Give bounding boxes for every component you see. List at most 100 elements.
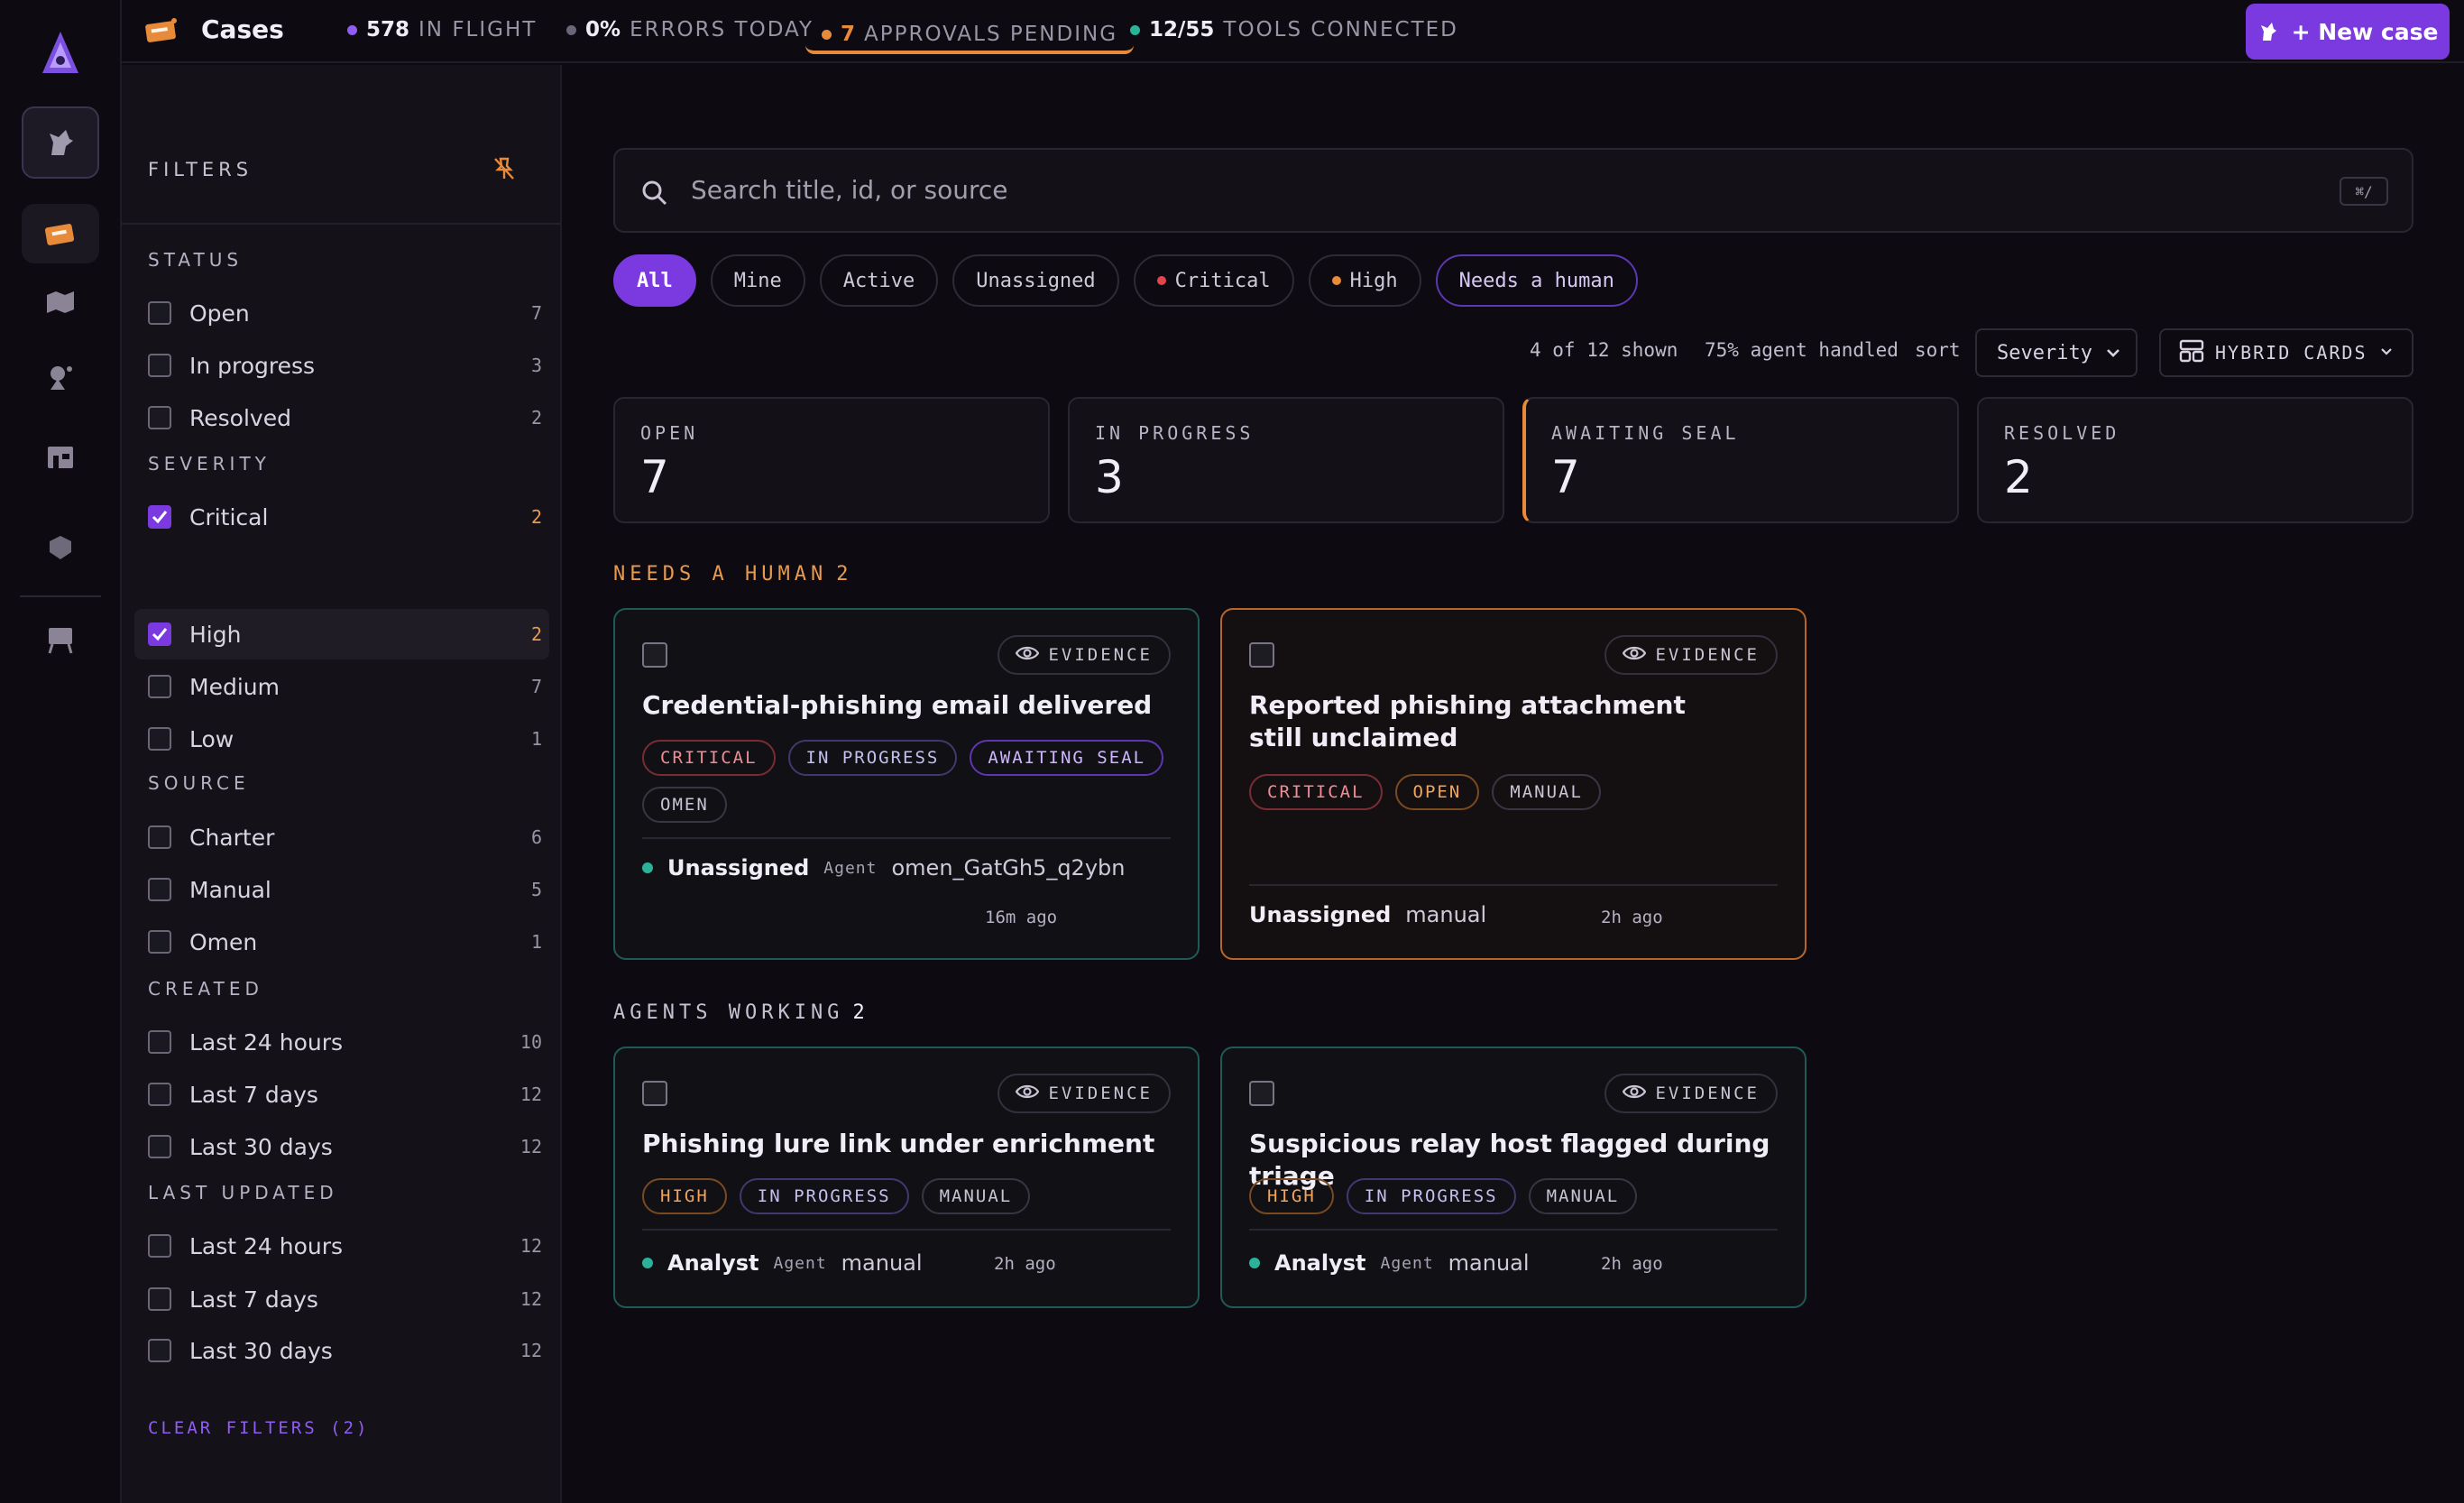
chip-critical[interactable]: Critical xyxy=(1133,254,1294,307)
chip-high[interactable]: High xyxy=(1308,254,1421,307)
chip-all[interactable]: All xyxy=(613,254,696,307)
filter-option-in-progress[interactable]: In progress 3 xyxy=(134,340,549,391)
sort-select[interactable]: Severity xyxy=(1975,328,2138,377)
stat-errors-today[interactable]: 0% ERRORS TODAY xyxy=(566,18,814,41)
checkbox[interactable] xyxy=(148,1083,171,1106)
filter-option-omen[interactable]: Omen 1 xyxy=(134,917,549,967)
filter-group-source: SOURCE xyxy=(148,772,250,794)
kpi-value: 7 xyxy=(1551,451,1580,503)
assignee-name[interactable]: Analyst xyxy=(1274,1250,1365,1276)
filter-option-charter[interactable]: Charter 6 xyxy=(134,812,549,862)
filter-option-medium[interactable]: Medium 7 xyxy=(134,661,549,712)
kpi-awaiting-seal[interactable]: AWAITING SEAL 7 xyxy=(1522,397,1959,523)
filter-option-open[interactable]: Open 7 xyxy=(134,288,549,338)
case-title[interactable]: Phishing lure link under enrichment xyxy=(642,1128,1154,1160)
checkbox[interactable] xyxy=(148,406,171,429)
kpi-resolved[interactable]: RESOLVED 2 xyxy=(1977,397,2413,523)
evidence-button[interactable]: EVIDENCE xyxy=(1604,1074,1778,1113)
chip-mine[interactable]: Mine xyxy=(710,254,805,307)
filter-option-critical[interactable]: Critical 2 xyxy=(134,492,549,542)
chip-label: All xyxy=(637,269,673,292)
kpi-open[interactable]: OPEN 7 xyxy=(613,397,1050,523)
case-timestamp: 2h ago xyxy=(1601,908,1663,927)
stat-value: 7 xyxy=(841,23,856,46)
checkbox[interactable] xyxy=(148,1135,171,1158)
search-bar[interactable]: Search title, id, or source ⌘/ xyxy=(613,148,2413,233)
agent-handled-rate: 75% agent handled xyxy=(1705,339,1899,361)
stat-approvals-pending[interactable]: 7 APPROVALS PENDING xyxy=(805,7,1135,54)
filter-option-created-24h[interactable]: Last 24 hours 10 xyxy=(134,1017,549,1067)
stat-tools-connected[interactable]: 12/55 TOOLS CONNECTED xyxy=(1130,18,1458,41)
case-card[interactable]: EVIDENCE Phishing lure link under enrich… xyxy=(613,1047,1200,1308)
unpin-icon[interactable] xyxy=(492,155,517,186)
checkbox[interactable] xyxy=(148,1339,171,1362)
filter-option-created-30d[interactable]: Last 30 days 12 xyxy=(134,1121,549,1172)
case-card[interactable]: EVIDENCE Reported phishing attachment st… xyxy=(1220,608,1807,960)
evidence-button[interactable]: EVIDENCE xyxy=(998,635,1171,675)
cases-icon[interactable] xyxy=(22,204,99,263)
filter-option-resolved[interactable]: Resolved 2 xyxy=(134,392,549,443)
kpi-value: 2 xyxy=(2004,451,2033,503)
workspace-avatar-icon[interactable] xyxy=(22,106,99,179)
store-icon[interactable] xyxy=(22,428,99,487)
checkbox[interactable] xyxy=(148,675,171,698)
assignee-name[interactable]: Unassigned xyxy=(667,855,809,881)
checkbox[interactable] xyxy=(148,1234,171,1258)
stat-in-flight[interactable]: 578 IN FLIGHT xyxy=(347,18,537,41)
checkbox[interactable] xyxy=(148,825,171,849)
chip-unassigned[interactable]: Unassigned xyxy=(952,254,1119,307)
case-select-checkbox[interactable] xyxy=(642,642,667,668)
agents-icon[interactable] xyxy=(22,346,99,406)
case-card[interactable]: EVIDENCE Credential-phishing email deliv… xyxy=(613,608,1200,960)
kpi-in-progress[interactable]: IN PROGRESS 3 xyxy=(1068,397,1504,523)
severity-tag: HIGH xyxy=(1249,1178,1334,1214)
filter-option-high[interactable]: High 2 xyxy=(134,609,549,659)
chip-active[interactable]: Active xyxy=(819,254,939,307)
search-input[interactable]: Search title, id, or source xyxy=(691,175,1008,205)
checkbox[interactable] xyxy=(148,878,171,901)
filter-group-status: STATUS xyxy=(148,249,244,271)
filter-option-created-7d[interactable]: Last 7 days 12 xyxy=(134,1069,549,1120)
evidence-button[interactable]: EVIDENCE xyxy=(1604,635,1778,675)
filter-option-updated-24h[interactable]: Last 24 hours 12 xyxy=(134,1221,549,1271)
checkbox-checked[interactable] xyxy=(148,622,171,646)
shield-icon[interactable] xyxy=(22,518,99,577)
filter-option-updated-7d[interactable]: Last 7 days 12 xyxy=(134,1274,549,1324)
clear-filters-link[interactable]: CLEAR FILTERS (2) xyxy=(148,1418,369,1438)
chip-needs-a-human[interactable]: Needs a human xyxy=(1435,254,1638,307)
filter-option-low[interactable]: Low 1 xyxy=(134,714,549,764)
evidence-button[interactable]: EVIDENCE xyxy=(998,1074,1171,1113)
case-card[interactable]: EVIDENCE Suspicious relay host flagged d… xyxy=(1220,1047,1807,1308)
section-needs-a-human: NEEDS A HUMAN 2 xyxy=(613,563,852,586)
checkbox[interactable] xyxy=(148,1030,171,1054)
app-logo-icon[interactable] xyxy=(31,23,90,83)
case-select-checkbox[interactable] xyxy=(1249,642,1274,668)
filter-option-manual[interactable]: Manual 5 xyxy=(134,864,549,915)
case-source: manual xyxy=(1448,1250,1530,1276)
case-title[interactable]: Reported phishing attachment still uncla… xyxy=(1249,689,1718,754)
card-divider xyxy=(642,1229,1171,1231)
map-icon[interactable] xyxy=(22,272,99,332)
evidence-label: EVIDENCE xyxy=(1048,645,1153,665)
view-mode-select[interactable]: HYBRID CARDS xyxy=(2159,328,2413,377)
filter-option-updated-30d[interactable]: Last 30 days 12 xyxy=(134,1325,549,1376)
checkbox-checked[interactable] xyxy=(148,505,171,529)
stat-value: 0% xyxy=(585,18,621,41)
case-title[interactable]: Credential-phishing email delivered xyxy=(642,689,1152,722)
checkbox[interactable] xyxy=(148,727,171,751)
option-count: 2 xyxy=(530,407,542,429)
checkbox[interactable] xyxy=(148,301,171,325)
new-case-button[interactable]: + New case xyxy=(2246,4,2450,60)
checkbox[interactable] xyxy=(148,930,171,954)
chip-label: High xyxy=(1349,269,1398,292)
filters-header: FILTERS xyxy=(122,65,560,225)
case-select-checkbox[interactable] xyxy=(1249,1081,1274,1106)
easel-icon[interactable] xyxy=(22,610,99,669)
checkbox[interactable] xyxy=(148,354,171,377)
assignee-name[interactable]: Analyst xyxy=(667,1250,759,1276)
checkbox[interactable] xyxy=(148,1287,171,1311)
case-select-checkbox[interactable] xyxy=(642,1081,667,1106)
sort-value: Severity xyxy=(1997,341,2092,364)
assignee-name[interactable]: Unassigned xyxy=(1249,902,1391,927)
option-count: 6 xyxy=(530,826,542,848)
